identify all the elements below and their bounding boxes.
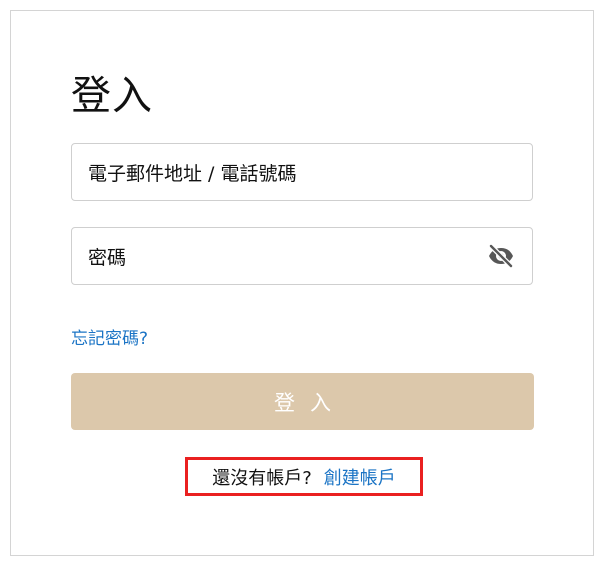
forgot-password-link[interactable]: 忘記密碼? xyxy=(71,324,148,349)
login-button[interactable]: 登入 xyxy=(71,373,534,430)
email-phone-placeholder: 電子郵件地址 / 電話號碼 xyxy=(88,162,297,185)
no-account-text: 還沒有帳戶? xyxy=(212,467,312,489)
create-account-link[interactable]: 創建帳戶 xyxy=(324,464,396,490)
eye-slash-icon[interactable] xyxy=(486,241,516,271)
email-phone-input[interactable]: 電子郵件地址 / 電話號碼 xyxy=(71,143,533,201)
login-card: 登入 電子郵件地址 / 電話號碼 密碼 忘記密碼? 登入 還沒有帳戶? 創建帳戶 xyxy=(10,10,594,556)
signup-prompt-highlight: 還沒有帳戶? 創建帳戶 xyxy=(185,457,423,496)
password-input[interactable]: 密碼 xyxy=(71,227,533,285)
password-placeholder: 密碼 xyxy=(88,246,127,269)
login-title: 登入 xyxy=(71,73,153,119)
